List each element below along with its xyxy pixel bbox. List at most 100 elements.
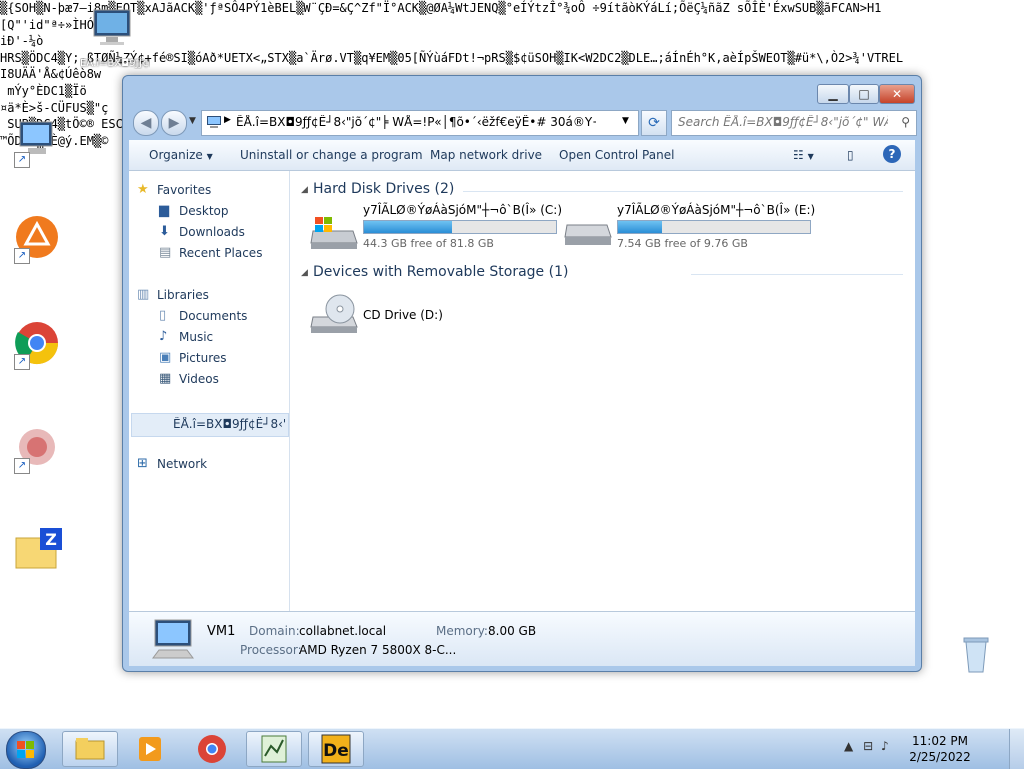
maximize-icon: □ [858,87,870,101]
taskbar-notepad-button[interactable] [246,731,302,767]
star-icon: ★ [137,182,149,197]
cd-drive-icon [310,294,358,333]
help-button[interactable]: ? [883,145,901,163]
computer-desktop-icon[interactable]: ÊÅ.î=BX◘9ƒƒ¢Ê┘8‹"jõ´¢" [80,8,150,69]
folder-icon [75,738,105,760]
processor-value: AMD Ryzen 7 5800X 8-C... [299,643,457,657]
start-button[interactable] [6,731,46,769]
address-dropdown-icon[interactable]: ▼ [622,116,629,126]
chrome-icon [198,735,226,763]
back-button[interactable]: ◀ [133,110,159,136]
recent-places-icon: ▤ [159,245,172,260]
domain-value: collabnet.local [299,624,387,638]
nav-videos[interactable]: ▦ Videos [159,372,219,387]
drive-c-free-space: 44.3 GB free of 81.8 GB [363,237,494,250]
nav-documents[interactable]: ▯ Documents [159,309,248,324]
nav-favorites[interactable]: ★ Favorites [137,183,211,198]
nav-desktop-label: Desktop [179,204,229,218]
computer-shortcut-icon[interactable]: ↗ [14,118,64,168]
pdf-reader-desktop-icon[interactable]: ↗ [14,214,64,264]
removable-group-header[interactable]: Devices with Removable Storage (1) [313,264,568,280]
clock[interactable]: 11:02 PM 2/25/2022 [900,733,980,765]
nav-pictures[interactable]: ▣ Pictures [159,351,227,366]
change-view-button[interactable]: ☷ ▼ [793,148,814,162]
taskbar-chrome-button[interactable] [184,731,240,767]
breadcrumb-arrow-icon[interactable]: ▶ [224,115,231,125]
taskbar: De ▲ ⊟ ♪ 11:02 PM 2/25/2022 [0,728,1024,769]
forward-button[interactable]: ▶ [161,110,187,136]
maximize-button[interactable]: □ [849,84,879,104]
show-hidden-icons-icon[interactable]: ▲ [844,739,853,753]
shortcut-arrow-icon: ↗ [14,152,30,168]
windows-logo-icon [17,741,34,758]
memory-value: 8.00 GB [488,624,537,638]
computer-explorer-window: ▁ □ ✕ ◀ ▶ ▼ ▶ ÊÅ.î=BX◘9ƒƒ¢Ê┘8‹"jõ´¢"╞ WÅ… [122,75,922,672]
recycle-bin-desktop-icon[interactable] [956,634,996,674]
map-network-drive-button[interactable]: Map network drive [430,148,542,162]
preview-pane-button[interactable]: ▯ [847,148,854,162]
chrome-desktop-icon[interactable]: ↗ [14,320,64,370]
window-titlebar[interactable]: ▁ □ ✕ [123,76,921,106]
organize-button[interactable]: Organize ▼ [149,148,213,162]
organize-label: Organize [149,148,203,162]
network-icon: ⊞ [137,456,148,471]
shortcut-arrow-icon: ↗ [14,248,30,264]
computer-small-icon [207,116,221,128]
recycle-bin-icon [963,637,989,673]
open-control-panel-button[interactable]: Open Control Panel [559,148,674,162]
nav-recent-places[interactable]: ▤ Recent Places [159,246,263,261]
clock-date: 2/25/2022 [909,750,971,764]
details-pane: VM1 Domain: collabnet.local Memory: 8.00… [129,611,915,666]
search-box[interactable]: ⚲ [671,110,917,136]
nav-downloads-label: Downloads [179,225,245,239]
drive-e-name: y7ÎÃLØ®ÝøÁàSjóM"┼¬ô`B(Î» (E:) [617,203,816,217]
zip-folder-icon: Z [15,528,62,569]
svg-text:De: De [323,741,349,761]
nav-videos-label: Videos [179,372,219,386]
misc-app-desktop-icon[interactable]: ↗ [14,424,64,474]
shortcut-arrow-icon: ↗ [14,354,30,370]
nav-music[interactable]: ♪ Music [159,330,213,345]
hdd-group-header[interactable]: Hard Disk Drives (2) [313,181,454,197]
taskbar-de-app-button[interactable]: De [308,731,364,767]
address-bar[interactable]: ▶ ÊÅ.î=BX◘9ƒƒ¢Ê┘8‹"jõ´¢"╞ WÅ=!P«│¶õ•´‹ëž… [201,110,639,136]
taskbar-media-player-button[interactable] [122,731,178,767]
nav-desktop[interactable]: ▆ Desktop [159,204,229,219]
domain-label: Domain: [249,624,300,638]
uninstall-program-button[interactable]: Uninstall or change a program [240,148,423,162]
nav-libraries[interactable]: ▥ Libraries [137,288,209,303]
nav-documents-label: Documents [179,309,248,323]
nav-downloads[interactable]: ⬇ Downloads [159,225,245,240]
minimize-icon: ▁ [828,87,838,101]
minimize-button[interactable]: ▁ [817,84,849,104]
collapse-hdd-icon[interactable]: ◢ [301,185,308,195]
cd-drive-name: CD Drive (D:) [363,308,443,322]
nav-network[interactable]: ⊞ Network [137,457,207,472]
downloads-icon: ⬇ [159,224,170,239]
computer-icon [152,619,194,659]
nav-computer[interactable]: ▭ÊÅ.î=BX◘9ƒƒ¢Ê┘8‹"jõ´ [173,417,285,431]
taskbar-explorer-button[interactable] [62,731,118,767]
zip-folder-desktop-icon[interactable]: Z [14,526,64,576]
search-input[interactable] [678,114,888,130]
help-icon: ? [888,147,896,161]
nav-recent-label: Recent Places [179,246,263,260]
processor-label: Processor: [240,643,302,657]
videos-icon: ▦ [159,371,172,386]
collapse-removable-icon[interactable]: ◢ [301,268,308,278]
system-tray[interactable]: ▲ ⊟ ♪ [844,739,894,757]
drive-e-free-space: 7.54 GB free of 9.76 GB [617,237,748,250]
refresh-button[interactable]: ⟳ [641,110,667,136]
preview-pane-icon: ▯ [847,148,854,162]
drive-c-usage-bar [363,220,557,234]
close-button[interactable]: ✕ [879,84,915,104]
volume-icon[interactable]: ♪ [881,739,889,753]
nav-computer-label: ÊÅ.î=BX◘9ƒƒ¢Ê┘8‹"jõ´ [173,417,285,431]
clock-time: 11:02 PM [912,734,968,748]
show-desktop-button[interactable] [1009,729,1024,769]
network-status-icon[interactable]: ⊟ [863,739,873,753]
music-icon: ♪ [159,329,168,344]
content-area: ★ Favorites ▆ Desktop ⬇ Downloads ▤ Recent P… [129,171,915,611]
search-icon: ⚲ [901,115,910,129]
recent-pages-chevron-icon[interactable]: ▼ [189,116,196,126]
